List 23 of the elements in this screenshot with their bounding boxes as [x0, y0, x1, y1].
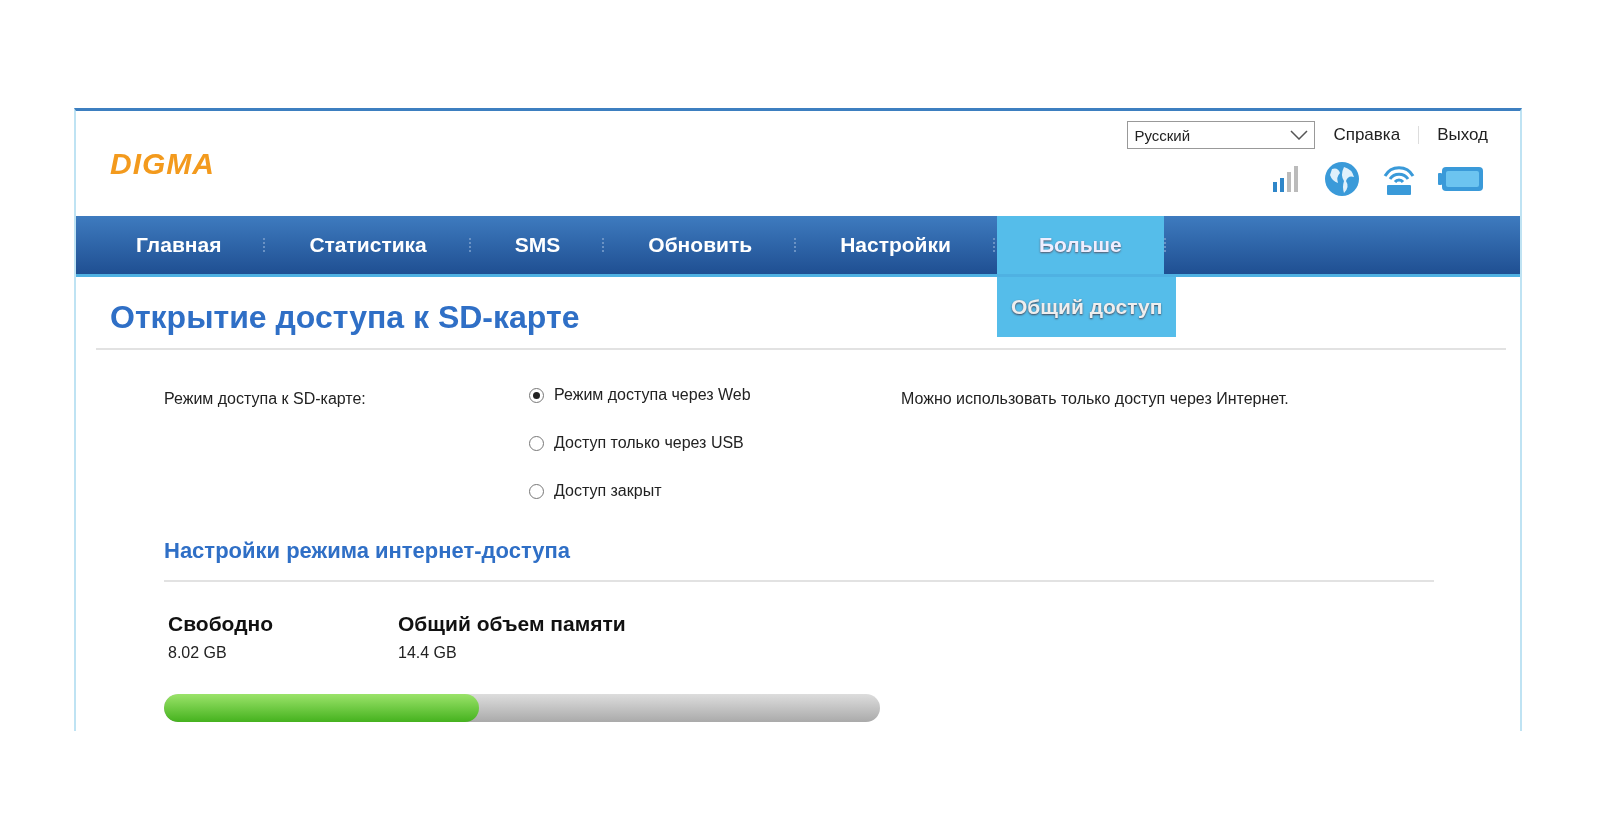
nav-tab[interactable]: Статистика	[267, 216, 469, 274]
page-title: Открытие доступа к SD-карте	[110, 299, 580, 336]
header-link[interactable]: Справка	[1333, 125, 1401, 145]
language-select[interactable]: Русский	[1127, 121, 1316, 149]
globe-icon	[1324, 161, 1360, 197]
battery-icon	[1438, 166, 1484, 192]
note-text: Можно использовать только доступ через Интернет.	[901, 389, 1289, 409]
stat-label: Общий объем памяти	[398, 612, 627, 636]
radio-label: Режим доступа через Web	[554, 386, 751, 404]
nav-tab[interactable]: Обновить	[606, 216, 795, 274]
nav-tab[interactable]: SMS	[472, 216, 603, 274]
nav-tab[interactable]: Главная	[94, 216, 264, 274]
section-title: Настройки режима интернет-доступа	[164, 538, 1434, 582]
stat-label: Свободно	[168, 612, 274, 636]
field-label: Режим доступа к SD-карте:	[164, 389, 367, 409]
stat-value: 14.4 GB	[398, 644, 458, 662]
header-link[interactable]: Выход	[1437, 125, 1488, 145]
radio-label: Доступ только через USB	[554, 434, 744, 452]
logo: DIGMA	[110, 146, 215, 181]
radio-label: Доступ закрыт	[554, 482, 662, 500]
chevron-down-icon	[1290, 130, 1309, 140]
nav-tab[interactable]: Настройки	[798, 216, 993, 274]
stat-value: 8.02 GB	[168, 644, 228, 662]
